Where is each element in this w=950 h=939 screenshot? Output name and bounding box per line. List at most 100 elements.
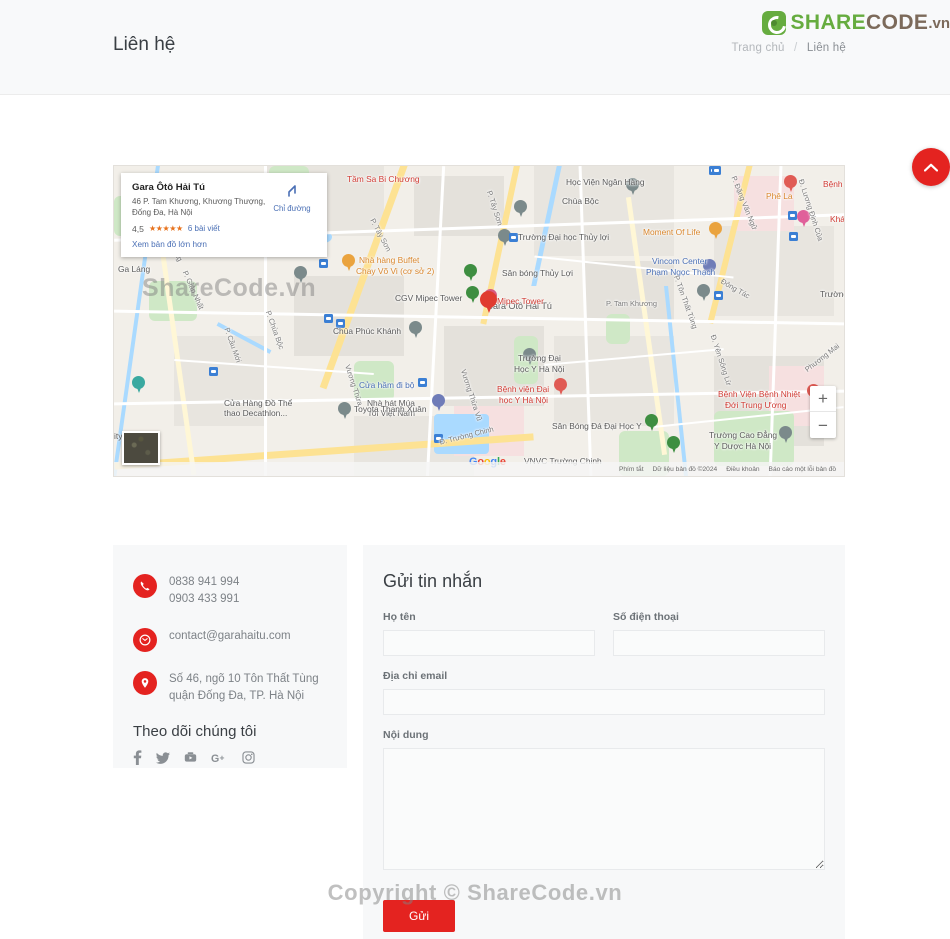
map-poi-label: Trường Đại học Thủy lợi <box>518 232 610 242</box>
map-poi-pin[interactable] <box>697 284 710 302</box>
map-hospital-pin[interactable] <box>554 378 567 396</box>
map-poi-label: Phê La <box>766 191 793 201</box>
map-satellite-thumbnail[interactable] <box>122 431 160 465</box>
map-poi-label: Toyota Thanh Xuân <box>354 404 427 414</box>
map-card-rating: 4,5 <box>132 223 144 234</box>
map-poi-label: Mipec Tower <box>497 296 544 306</box>
map-restaurant-pin[interactable] <box>342 254 355 272</box>
map-card-address-line2: Đống Đa, Hà Nội <box>132 207 193 217</box>
map-street-label: P. Tam Khương <box>606 299 658 308</box>
contact-address-row: Số 46, ngõ 10 Tôn Thất Tùng quận Đống Đa… <box>133 670 347 706</box>
youtube-icon[interactable] <box>184 751 197 764</box>
map-poi-label: Học Y Hà Nội <box>514 364 565 374</box>
logo-tld-text: .vn <box>928 14 950 32</box>
map-card-directions-button[interactable]: Chỉ đường <box>266 184 318 213</box>
map-footer-item[interactable]: Điều khoản <box>726 466 759 473</box>
sharecode-logo[interactable]: SHARE CODE .vn <box>761 8 950 38</box>
page-header: Liên hệ Trang chủ / Liên hệ SHARE CODE .… <box>0 0 950 95</box>
social-links: G + <box>133 750 347 765</box>
map-footer-item[interactable]: Dữ liệu bản đồ ©2024 <box>653 466 718 473</box>
map-poi-label: Trường THCS Đống Đa <box>820 289 844 299</box>
map-poi-pin[interactable] <box>645 414 658 432</box>
contact-info-panel: 0838 941 994 0903 433 991 contact@garaha… <box>113 545 347 768</box>
map-destination-marker[interactable] <box>480 291 497 315</box>
map-poi-label: Y Dược Hà Nội <box>714 441 772 451</box>
map-card-directions-label: Chỉ đường <box>273 204 311 213</box>
form-title: Gửi tin nhắn <box>383 571 483 591</box>
map-poi-label: CGV Mipec Tower <box>395 293 463 303</box>
twitter-icon[interactable] <box>156 751 170 764</box>
chevron-up-icon <box>924 163 938 172</box>
submit-button[interactable]: Gửi <box>383 900 456 932</box>
map-poi-pin[interactable] <box>466 286 479 304</box>
email-input[interactable] <box>383 689 825 715</box>
map-poi-label: học Y Hà Nội <box>499 395 549 405</box>
map-poi-pin[interactable] <box>409 321 422 339</box>
contact-address-line2: quận Đống Đa, TP. Hà Nội <box>169 689 305 702</box>
contact-phone-2[interactable]: 0903 433 991 <box>169 593 239 605</box>
map-poi-label: Bệnh viện Đại <box>497 384 550 394</box>
map-poi-label: thao Decathlon... <box>224 408 288 418</box>
form-row-name-phone: Họ tên Số điện thoại <box>383 611 825 670</box>
map-poi-label: Tầm Sa Bi Chương <box>347 174 420 184</box>
contact-address-line1: Số 46, ngõ 10 Tôn Thất Tùng <box>169 672 319 685</box>
map-poi-pin[interactable] <box>514 200 527 218</box>
follow-us-title: Theo dõi chúng tôi <box>133 723 257 740</box>
form-field-phone: Số điện thoại <box>613 611 825 656</box>
map-poi-label: Học Viện Ngân Hàng <box>566 177 645 187</box>
map-poi-label: Đới Trung Ương <box>725 400 787 410</box>
message-textarea[interactable] <box>383 748 825 870</box>
map-footer-item[interactable]: Phím tắt <box>619 466 644 473</box>
form-field-email: Địa chỉ email <box>383 670 825 715</box>
map-card-bigger-map-link[interactable]: Xem bản đồ lớn hơn <box>132 240 317 249</box>
svg-text:+: + <box>220 752 225 762</box>
scroll-to-top-button[interactable] <box>912 148 950 186</box>
name-input[interactable] <box>383 630 595 656</box>
map-poi-pin[interactable] <box>709 222 722 240</box>
breadcrumb: Trang chủ / Liên hệ <box>731 42 846 54</box>
location-pin-icon <box>133 670 157 695</box>
map-poi-label: Chùa Phúc Khánh <box>333 326 401 336</box>
map-footer-item[interactable]: Báo cáo một lỗi bản đồ <box>769 466 836 473</box>
map-poi-pin[interactable] <box>294 266 307 284</box>
map-poi-label: Bệnh Viện Bệnh Nhiệt <box>718 389 801 399</box>
map-poi-label: Ga Láng <box>118 264 151 274</box>
map-poi-label: Chùa Bộc <box>562 196 599 206</box>
map-card-reviews[interactable]: 6 bài viết <box>188 224 220 233</box>
map-poi-pin[interactable] <box>464 264 477 282</box>
map-poi-pin[interactable] <box>667 436 680 454</box>
page-title: Liên hệ <box>113 34 176 55</box>
contact-phone-row: 0838 941 994 0903 433 991 <box>133 573 347 609</box>
map-poi-pin[interactable] <box>779 426 792 444</box>
breadcrumb-separator: / <box>794 42 798 54</box>
map-poi-label: Chay Võ Vi (cơ sở 2) <box>356 266 435 276</box>
map-poi-label: Bệnh viện Đồng Đô <box>823 179 844 189</box>
map-poi-label: Nhà hàng Buffet <box>359 255 420 265</box>
form-field-name: Họ tên <box>383 611 595 656</box>
map-poi-pin[interactable] <box>338 402 351 420</box>
phone-label: Số điện thoại <box>613 611 679 623</box>
map-zoom-out-button[interactable]: − <box>810 412 836 438</box>
contact-phone-1[interactable]: 0838 941 994 <box>169 576 239 588</box>
breadcrumb-home[interactable]: Trang chủ <box>731 42 784 54</box>
google-map[interactable]: Gara Ôtô Hải Tú ShareCode.vn Học Viện Ng… <box>113 165 845 477</box>
map-card-stars: ★★★★★ <box>148 224 183 234</box>
instagram-icon[interactable] <box>242 751 255 764</box>
facebook-icon[interactable] <box>133 750 142 765</box>
map-zoom-controls[interactable]: + − <box>810 386 836 438</box>
message-label: Nội dung <box>383 729 429 741</box>
map-poi-pin[interactable] <box>432 394 445 412</box>
logo-share-text: SHARE <box>790 11 867 34</box>
svg-text:G: G <box>211 752 219 763</box>
map-poi-pin[interactable] <box>132 376 145 394</box>
directions-arrow-icon <box>266 184 318 201</box>
map-poi-label: Trường Cao Đẳng <box>709 430 778 440</box>
map-poi-label: Sân Bóng Đá Đại Học Y <box>552 421 642 431</box>
contact-email[interactable]: contact@garahaitu.com <box>169 627 291 645</box>
google-plus-icon[interactable]: G + <box>211 752 228 763</box>
phone-input[interactable] <box>613 630 825 656</box>
map-info-card[interactable]: Gara Ôtô Hải Tú 46 P. Tam Khương, Khương… <box>121 173 327 257</box>
map-zoom-in-button[interactable]: + <box>810 386 836 412</box>
form-field-message: Nội dung <box>383 729 825 870</box>
email-icon <box>133 627 157 652</box>
